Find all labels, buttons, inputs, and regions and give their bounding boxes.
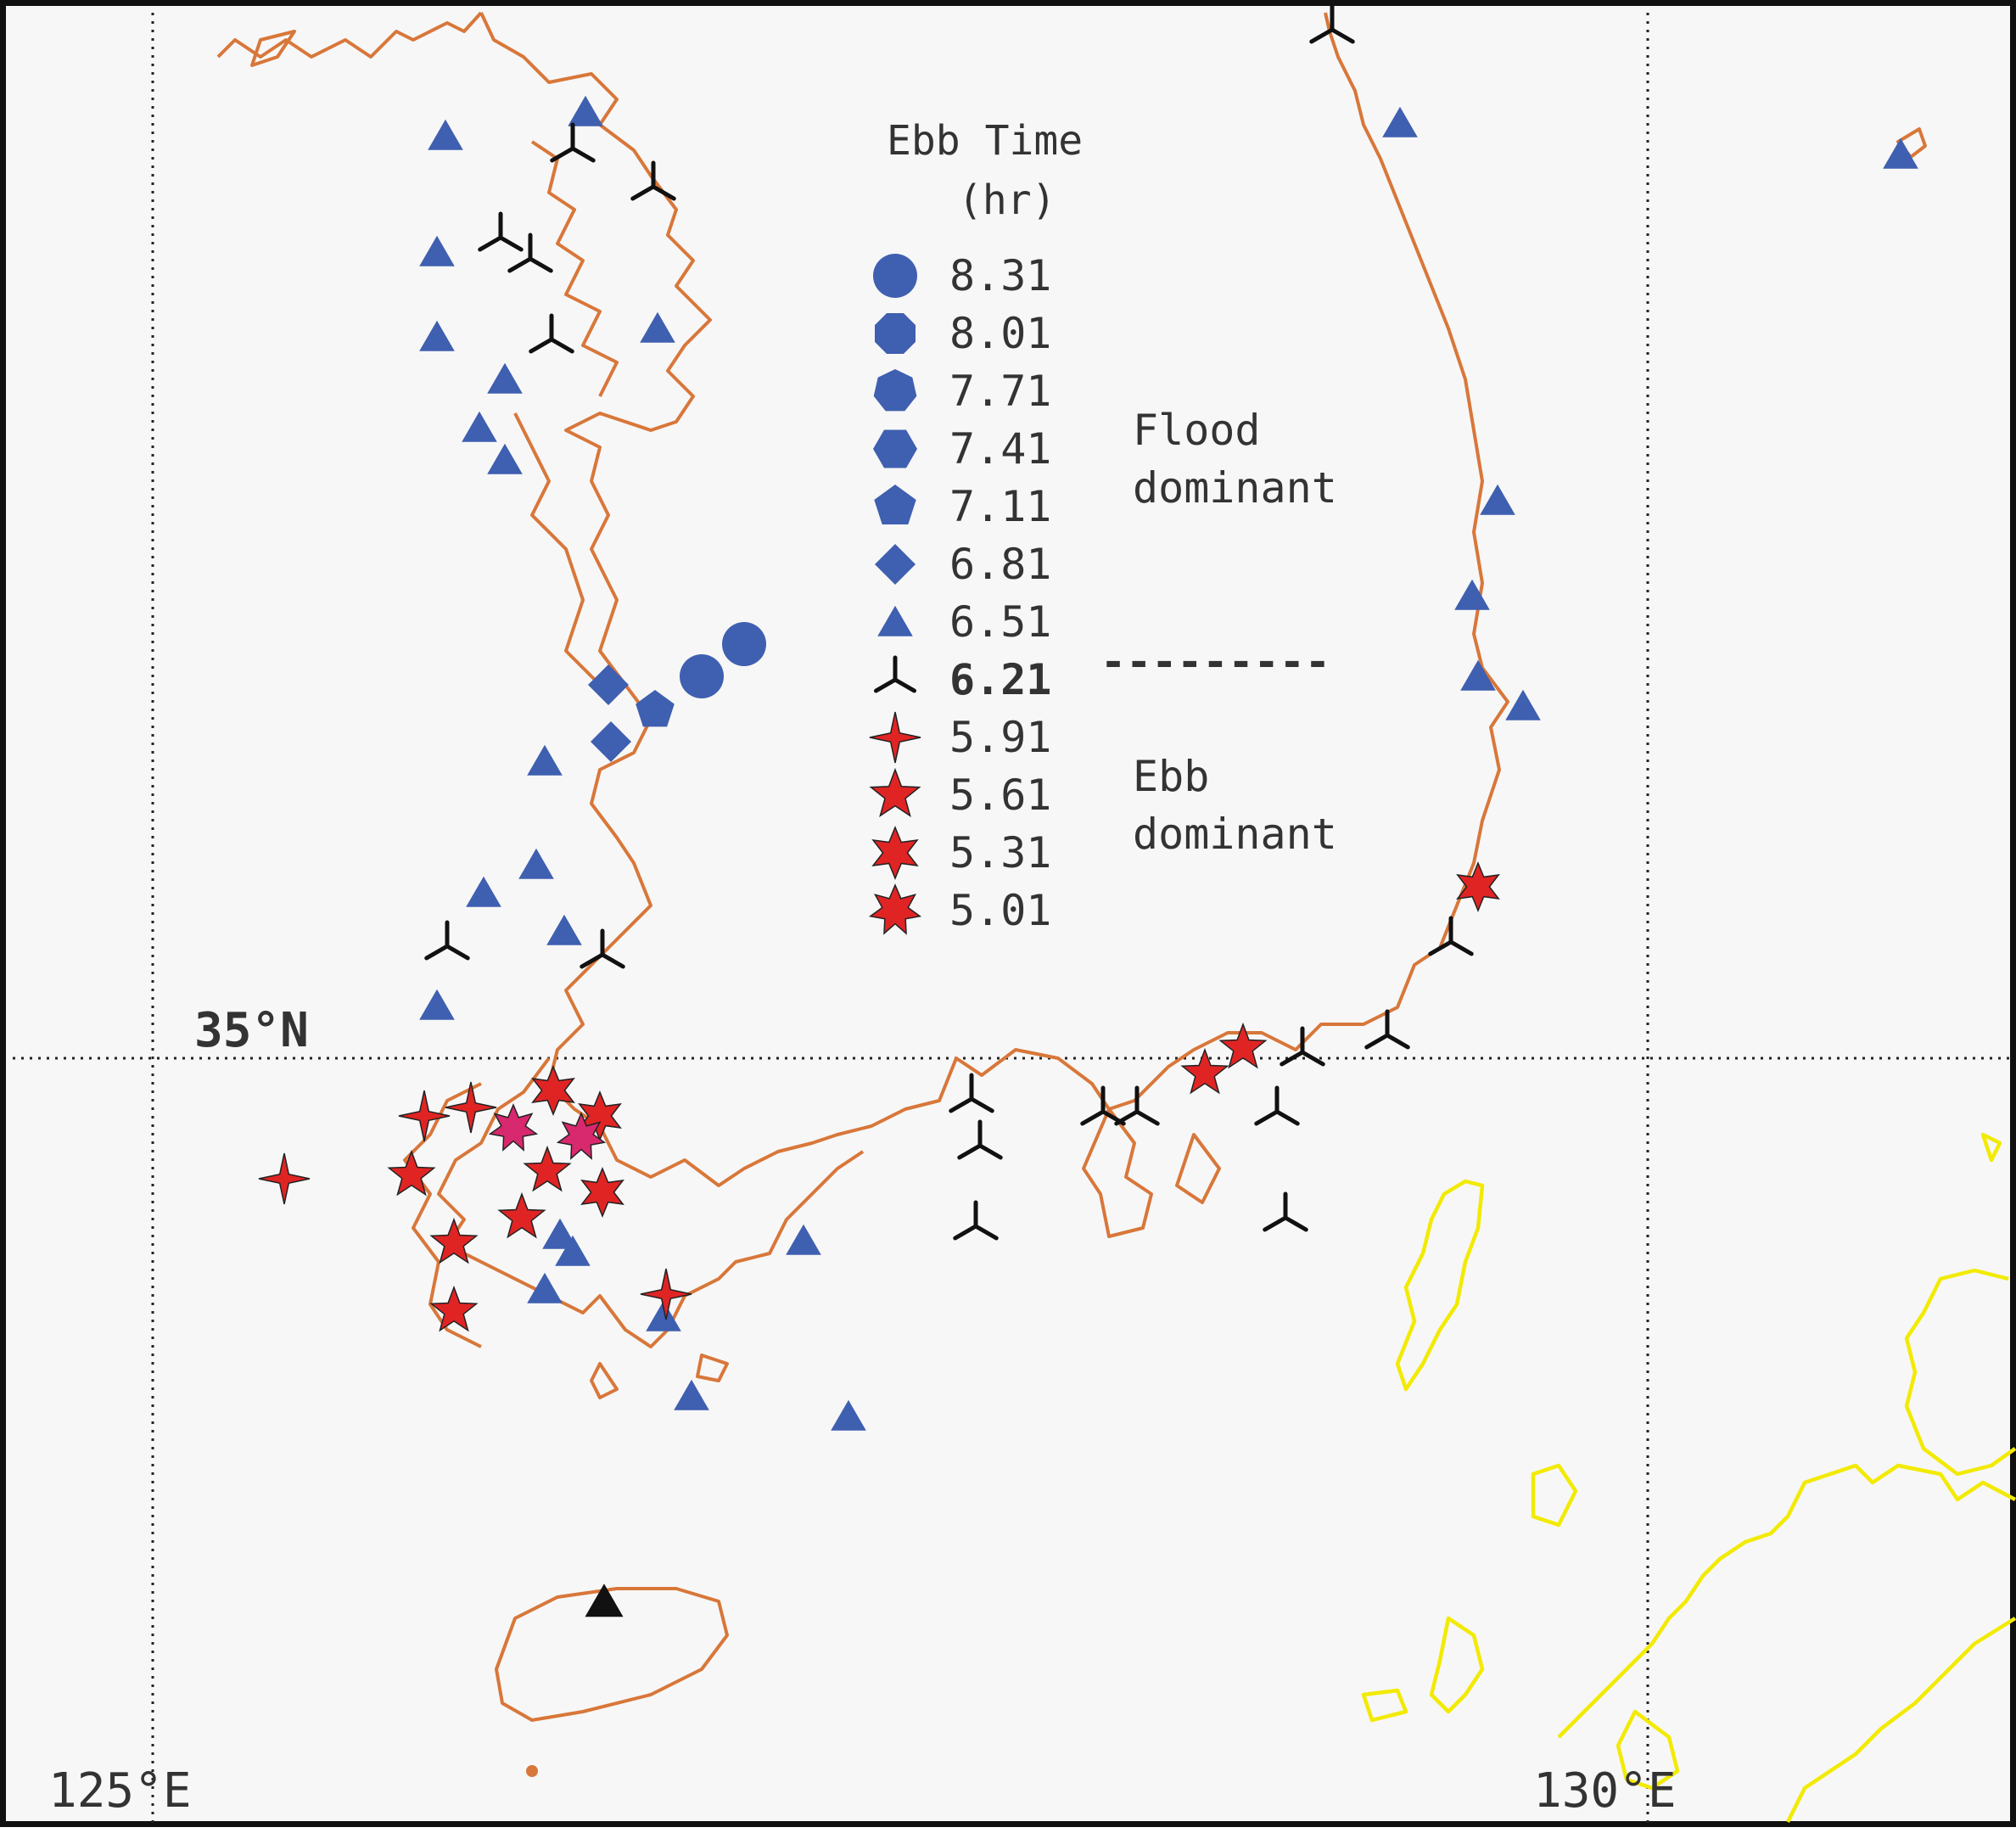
station-tri-spoke-icon	[507, 233, 553, 273]
station-star6-icon	[580, 1167, 624, 1218]
station-triangle-icon	[419, 320, 455, 351]
station-triangle-icon	[487, 362, 523, 394]
legend-star4-icon	[869, 711, 921, 764]
station-triangle-icon	[466, 876, 501, 907]
station-triangle-icon	[1480, 484, 1515, 515]
station-triangle-icon	[786, 1224, 821, 1255]
station-star5-icon	[497, 1191, 546, 1239]
station-markers	[258, 6, 1918, 1617]
legend-star6-icon	[871, 826, 919, 880]
station-triangle-icon	[568, 95, 603, 126]
map-frame: 35°N 125°E 130°E Ebb Time (hr) 8.31 8.01 7…	[0, 0, 2016, 1827]
station-tri-spoke-icon	[949, 1073, 994, 1113]
legend-value: 6.81	[949, 540, 1051, 589]
legend-title: Ebb Time	[887, 117, 1083, 165]
station-triangle-icon	[1454, 579, 1490, 610]
legend-value: 8.31	[949, 251, 1051, 300]
legend-title-unit: (hr)	[958, 177, 1056, 224]
station-circle-icon	[680, 654, 724, 698]
station-triangle-icon	[546, 914, 582, 945]
legend-diamond-icon	[875, 544, 916, 585]
station-triangle-icon	[419, 989, 455, 1020]
station-star4-icon	[258, 1152, 311, 1205]
station-tri-spoke-icon	[1428, 916, 1474, 956]
legend-value: 7.71	[949, 367, 1051, 416]
station-tri-spoke-icon	[630, 160, 676, 201]
station-triangle-icon	[487, 443, 523, 474]
station-star5-icon	[1180, 1047, 1229, 1095]
station-tri-spoke-icon	[957, 1119, 1003, 1160]
legend-value: 7.41	[949, 424, 1051, 474]
station-star5-icon	[429, 1285, 479, 1332]
legend-circle-icon	[873, 254, 917, 298]
legend-triangle-icon	[877, 605, 913, 636]
station-triangle-icon	[1505, 689, 1541, 720]
map-canvas: 35°N 125°E 130°E Ebb Time (hr) 8.31 8.01 7…	[13, 6, 2016, 1826]
station-tri-spoke-icon	[529, 313, 574, 354]
station-star4-icon	[398, 1090, 451, 1142]
station-triangle-icon	[462, 411, 497, 442]
legend: Ebb Time (hr) 8.31 8.01 7.71 7.41 7.11 6.81 6.…	[868, 117, 1337, 935]
small-island	[526, 1765, 538, 1777]
lat-label-35n: 35°N	[194, 1003, 309, 1058]
legend-value: 6.51	[949, 597, 1051, 647]
flood-label-line2: dominant	[1133, 463, 1337, 513]
legend-value: 5.01	[949, 886, 1051, 935]
station-tri-spoke-icon	[580, 928, 625, 969]
station-triangle-icon	[518, 848, 554, 879]
station-circle-icon	[722, 622, 766, 666]
station-triangle-icon	[1382, 106, 1418, 137]
legend-hexagon-icon	[873, 429, 917, 468]
station-triangle-icon	[527, 744, 563, 776]
station-star5-icon	[1218, 1022, 1268, 1069]
station-tri-spoke-icon	[953, 1200, 999, 1241]
legend-value: 6.21	[949, 655, 1051, 704]
ebb-label-line2: dominant	[1133, 810, 1337, 859]
station-triangle-icon	[1460, 659, 1496, 691]
legend-value: 8.01	[949, 309, 1051, 358]
station-triangle-icon	[831, 1399, 866, 1431]
station-triangle-icon	[674, 1379, 709, 1410]
lon-label-125e: 125°E	[48, 1763, 192, 1819]
legend-value: 7.11	[949, 482, 1051, 531]
station-tri-spoke-icon	[478, 211, 524, 252]
ebb-label-line1: Ebb	[1133, 752, 1209, 801]
station-triangle-icon	[428, 119, 463, 150]
station-pentagon-icon	[636, 690, 675, 727]
legend-tri-spoke-icon	[873, 655, 917, 693]
japan-coastline	[1361, 1132, 2016, 1824]
flood-label-line1: Flood	[1133, 406, 1261, 455]
legend-octagon-icon	[875, 313, 916, 354]
station-tri-spoke-icon	[424, 920, 470, 961]
legend-star5-icon	[869, 767, 921, 818]
legend-star7-icon	[868, 883, 922, 935]
legend-pentagon-icon	[874, 485, 916, 524]
legend-divider: ---------	[1100, 637, 1330, 687]
station-star5-icon	[523, 1145, 572, 1192]
legend-items: 8.31 8.01 7.71 7.41 7.11 6.81 6.51 6.21 5.91 5.61…	[868, 251, 1051, 935]
legend-heptagon-icon	[873, 369, 917, 412]
station-diamond-icon	[588, 664, 629, 705]
lon-label-130e: 130°E	[1533, 1763, 1677, 1819]
station-tri-spoke-icon	[1263, 1191, 1308, 1232]
legend-value: 5.91	[949, 713, 1051, 762]
station-triangle-icon	[419, 235, 455, 266]
station-tri-spoke-icon	[1254, 1085, 1300, 1126]
legend-value: 5.31	[949, 828, 1051, 877]
station-triangle-icon	[640, 311, 675, 343]
station-tri-spoke-icon	[550, 122, 596, 163]
station-tri-spoke-icon	[1364, 1009, 1410, 1050]
legend-value: 5.61	[949, 771, 1051, 820]
station-star4-icon	[640, 1268, 692, 1320]
